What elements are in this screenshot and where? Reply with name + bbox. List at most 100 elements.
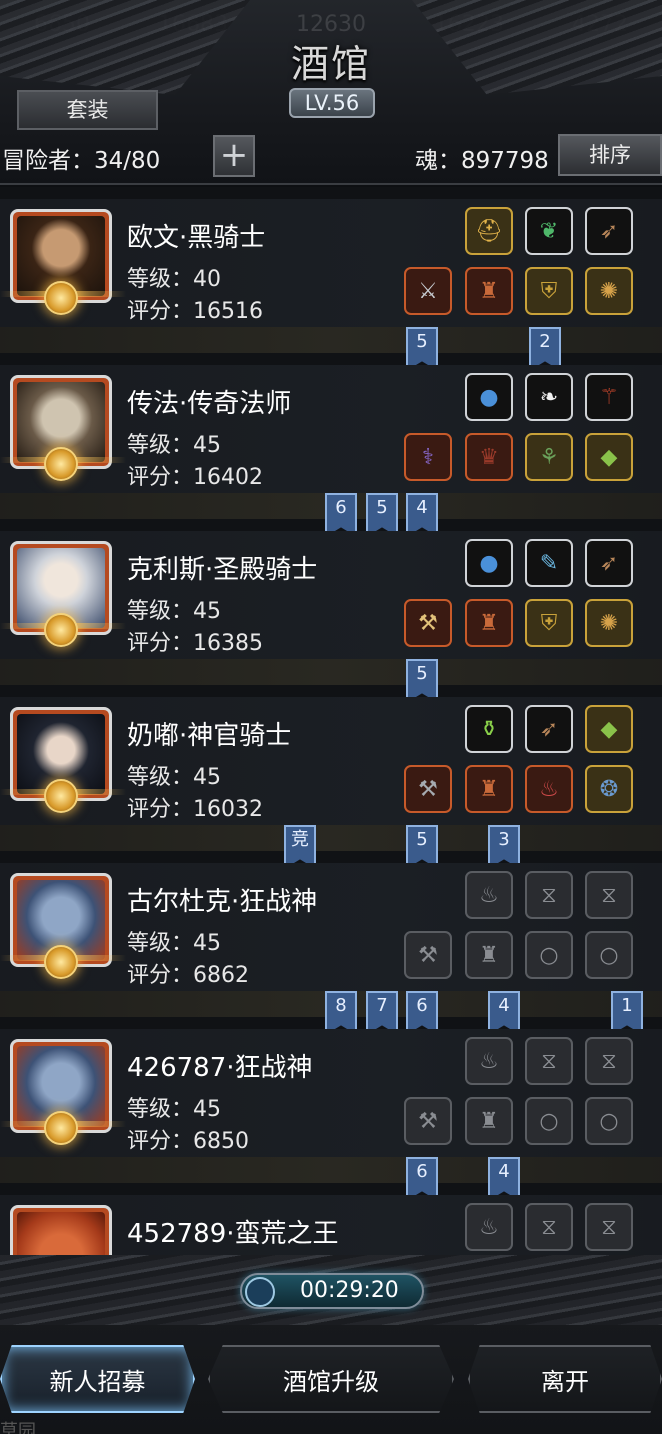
set-bonus-strip [0,825,662,851]
set-bonus-strip [0,659,662,685]
hero-name: 传法·传奇法师 [127,389,292,419]
empty-hourglass-icon[interactable]: ⧖ [525,1037,573,1085]
outfit-button[interactable]: 套装 [17,90,158,130]
empty-axe-icon[interactable]: ⚒ [404,931,452,979]
armor-icon[interactable]: ♜ [465,765,513,813]
clock-icon [245,1277,275,1307]
rank-emblem-icon [44,447,78,481]
hero-level: 等级：45 [127,433,221,458]
hero-score: 评分：6862 [127,963,249,988]
shield-icon[interactable]: ⛨ [525,599,573,647]
hero-card[interactable]: 传法·传奇法师 等级：45 评分：16402 ● ❧ ⚚ ⚕ ♛ ⚘ ◆ 6 5 4 [0,353,662,537]
hero-card[interactable]: 奶嘟·神官骑士 等级：45 评分：16032 ⚱ ➶ ◆ ⚒ ♜ ♨ ❂ 竞 5 3 [0,685,662,869]
sword-icon[interactable]: ⚔ [404,267,452,315]
tavern-footer: 00:29:20 新人招募 酒馆升级 离开 草园 [0,1255,662,1434]
gem-icon[interactable]: ◆ [585,433,633,481]
tavern-upgrade-button[interactable]: 酒馆升级 [208,1345,454,1413]
empty-armor-icon[interactable]: ♜ [465,1097,513,1145]
hero-level: 等级：45 [127,765,221,790]
hammer-icon[interactable]: ⚒ [404,599,452,647]
empty-armor-icon[interactable]: ♜ [465,931,513,979]
necklace-icon[interactable]: ❂ [585,765,633,813]
empty-ring-icon[interactable]: ○ [585,1097,633,1145]
page-title: 酒馆 [290,41,371,86]
empty-axe-icon[interactable]: ⚒ [404,1097,452,1145]
wings-icon[interactable]: ❧ [525,373,573,421]
hero-name: 欧文·黑骑士 [127,223,266,253]
hero-level: 等级：40 [127,267,221,292]
hero-level: 等级：45 [127,931,221,956]
empty-hourglass-icon[interactable]: ⧖ [525,1203,573,1251]
sort-button[interactable]: 排序 [558,134,662,176]
dragon-wing-right [412,0,662,95]
timer-text: 00:29:20 [300,1278,399,1303]
refresh-timer: 00:29:20 [240,1273,424,1309]
staff-icon[interactable]: ⚕ [404,433,452,481]
hero-card[interactable]: 欧文·黑骑士 等级：40 评分：16516 ⛑ ❦ ➶ ⚔ ♜ ⛨ ✺ 5 2 [0,187,662,371]
hero-name: 克利斯·圣殿骑士 [127,555,318,585]
empty-hourglass-icon[interactable]: ⧖ [585,871,633,919]
wand-icon[interactable]: ⚚ [585,373,633,421]
bow-icon[interactable]: ➶ [585,207,633,255]
set-bonus-strip [0,327,662,353]
rank-emblem-icon [44,779,78,813]
flask-icon[interactable]: ♨ [525,765,573,813]
cloak-icon[interactable]: ⚘ [525,433,573,481]
hero-score: 评分：6850 [127,1129,249,1154]
empty-fire-icon[interactable]: ♨ [465,1203,513,1251]
hero-face [17,1212,105,1255]
hero-card[interactable]: 452789·蛮荒之王 ♨ ⧖ ⧖ [0,1183,662,1255]
empty-hourglass-icon[interactable]: ⧖ [585,1203,633,1251]
gem-icon[interactable]: ◆ [585,705,633,753]
hero-list[interactable]: 欧文·黑骑士 等级：40 评分：16516 ⛑ ❦ ➶ ⚔ ♜ ⛨ ✺ 5 2 传法·传奇法师 等级：45… [0,187,662,1255]
adventurer-count: 冒险者：34/80 [2,148,161,174]
hero-name: 452789·蛮荒之王 [127,1219,339,1249]
hero-card[interactable]: 426787·狂战神 等级：45 评分：6850 ♨ ⧖ ⧖ ⚒ ♜ ○ ○ 6 4 [0,1017,662,1201]
hero-score: 评分：16402 [127,465,263,490]
empty-hourglass-icon[interactable]: ⧖ [525,871,573,919]
recruit-button[interactable]: 新人招募 [0,1345,195,1413]
rank-emblem-icon [44,1111,78,1145]
hero-score: 评分：16385 [127,631,263,656]
hero-level: 等级：45 [127,1097,221,1122]
hero-card[interactable]: 古尔杜克·狂战神 等级：45 评分：6862 ♨ ⧖ ⧖ ⚒ ♜ ○ ○ 8 7 6 4 1 [0,851,662,1035]
armor-icon[interactable]: ♜ [465,267,513,315]
ring-icon[interactable]: ✺ [585,599,633,647]
rank-emblem-icon [44,613,78,647]
ring-icon[interactable]: ✺ [585,267,633,315]
axe-icon[interactable]: ⚒ [404,765,452,813]
robe-icon[interactable]: ♛ [465,433,513,481]
bow-icon[interactable]: ➶ [525,705,573,753]
soul-count: 魂：897798 [415,148,549,174]
leave-button[interactable]: 离开 [468,1345,662,1413]
bottom-ghost-text: 草园 [0,1421,36,1434]
hero-card[interactable]: 克利斯·圣殿骑士 等级：45 评分：16385 ● ✎ ➶ ⚒ ♜ ⛨ ✺ 5 [0,519,662,703]
scroll-icon[interactable]: ✎ [525,539,573,587]
hero-name: 奶嘟·神官骑士 [127,721,292,751]
amulet-icon[interactable]: ❦ [525,207,573,255]
empty-fire-icon[interactable]: ♨ [465,1037,513,1085]
orb-icon[interactable]: ● [465,373,513,421]
empty-ring-icon[interactable]: ○ [585,931,633,979]
hero-level: 等级：45 [127,599,221,624]
hero-score: 评分：16516 [127,299,263,324]
armor-icon[interactable]: ♜ [465,599,513,647]
bow-icon[interactable]: ➶ [585,539,633,587]
set-bonus-strip [0,1157,662,1183]
shield-icon[interactable]: ⛨ [525,267,573,315]
helmet-icon[interactable]: ⛑ [465,207,513,255]
add-capacity-button[interactable]: + [213,135,255,177]
hero-name: 426787·狂战神 [127,1053,313,1083]
rank-emblem-icon [44,945,78,979]
hero-portrait[interactable] [10,1205,112,1255]
orb-icon[interactable]: ● [465,539,513,587]
empty-ring-icon[interactable]: ○ [525,1097,573,1145]
tavern-level-badge: LV.56 [289,88,375,118]
empty-fire-icon[interactable]: ♨ [465,871,513,919]
potion-icon[interactable]: ⚱ [465,705,513,753]
empty-hourglass-icon[interactable]: ⧖ [585,1037,633,1085]
title-plate: 酒馆 [241,30,421,90]
hero-name: 古尔杜克·狂战神 [127,887,318,917]
hero-score: 评分：16032 [127,797,263,822]
empty-ring-icon[interactable]: ○ [525,931,573,979]
